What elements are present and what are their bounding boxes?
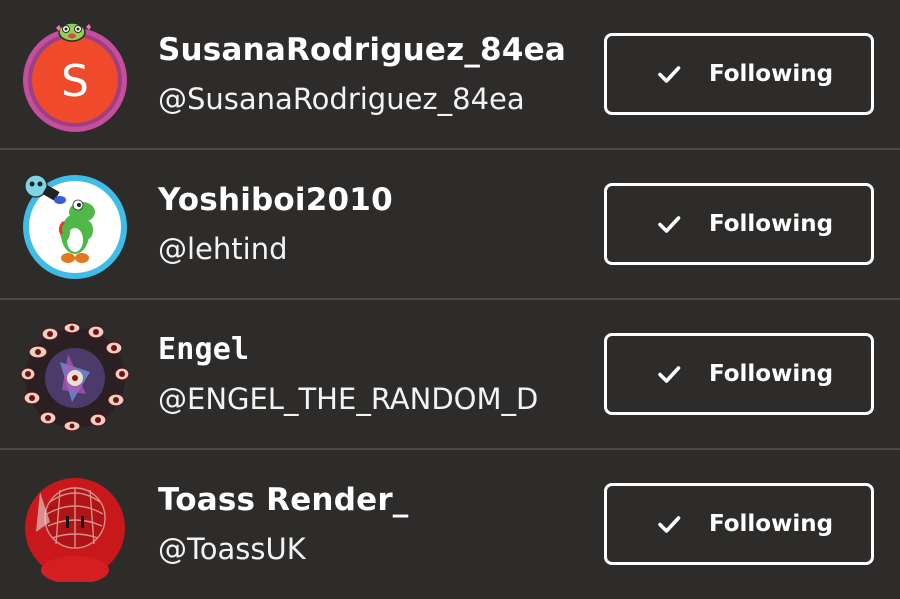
- username-handle: @lehtind: [158, 232, 288, 266]
- username-handle: @SusanaRodriguez_84ea: [158, 82, 525, 116]
- letter-avatar-icon: S: [23, 22, 127, 132]
- following-label: Following: [708, 61, 834, 87]
- avatar[interactable]: [20, 472, 130, 584]
- yoshi-avatar-icon: [23, 174, 127, 279]
- display-name: Yoshiboi2010: [158, 182, 393, 218]
- following-label: Following: [708, 211, 834, 237]
- following-button[interactable]: Following: [604, 483, 874, 565]
- following-button[interactable]: Following: [604, 183, 874, 265]
- avatar[interactable]: [20, 322, 130, 432]
- following-list: S SusanaRodriguez_84ea @SusanaRodriguez_…: [0, 0, 900, 599]
- display-name: Engel: [158, 332, 250, 367]
- display-name: Toass Render_: [158, 482, 409, 518]
- eyes-collage-avatar-icon: [20, 322, 130, 432]
- avatar[interactable]: S: [20, 22, 130, 132]
- svg-text:S: S: [61, 56, 89, 107]
- check-icon: [658, 216, 681, 233]
- following-button[interactable]: Following: [604, 33, 874, 115]
- user-row[interactable]: S SusanaRodriguez_84ea @SusanaRodriguez_…: [0, 0, 900, 150]
- following-label: Following: [708, 511, 834, 537]
- username-handle: @ToassUK: [158, 532, 306, 566]
- following-button[interactable]: Following: [604, 333, 874, 415]
- user-row[interactable]: Toass Render_ @ToassUK Following: [0, 450, 900, 599]
- following-label: Following: [708, 361, 834, 387]
- user-row[interactable]: Engel @ENGEL_THE_RANDOM_D Following: [0, 300, 900, 450]
- user-row[interactable]: Yoshiboi2010 @lehtind Following: [0, 150, 900, 300]
- check-icon: [658, 516, 681, 533]
- username-handle: @ENGEL_THE_RANDOM_D: [158, 382, 539, 416]
- check-icon: [658, 66, 681, 83]
- red-hood-avatar-icon: [25, 478, 125, 584]
- avatar[interactable]: [20, 172, 130, 282]
- check-icon: [658, 366, 681, 383]
- display-name: SusanaRodriguez_84ea: [158, 32, 566, 68]
